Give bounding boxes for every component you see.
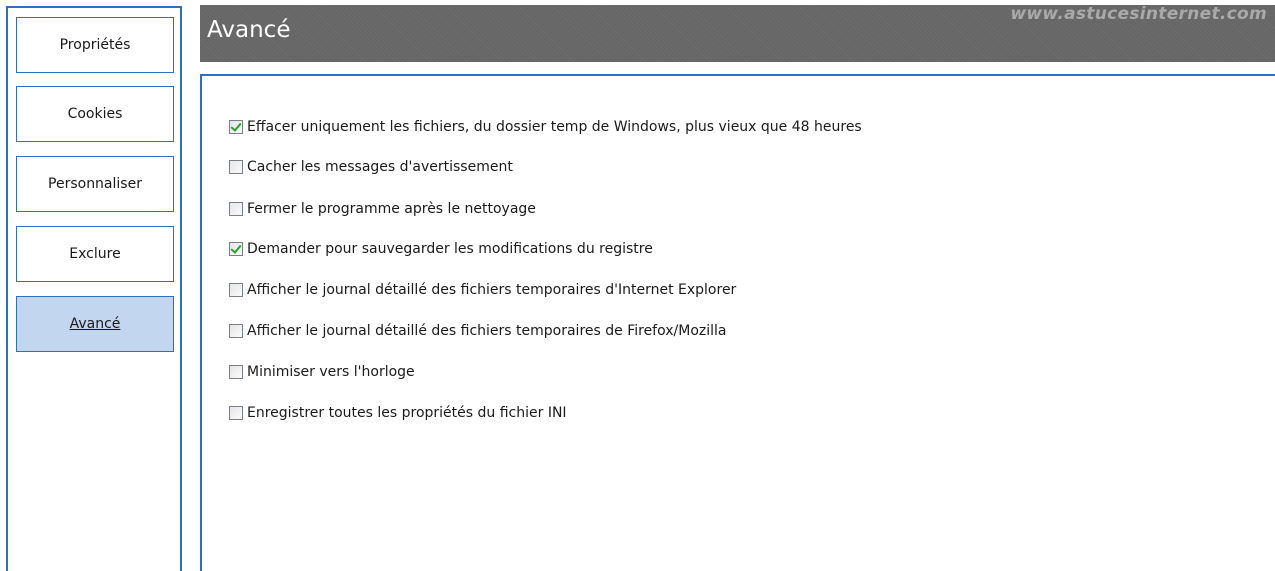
- sidebar-item-avance[interactable]: Avancé: [16, 296, 174, 352]
- option-ie-detailed-log[interactable]: Afficher le journal détaillé des fichier…: [229, 280, 736, 300]
- sidebar-item-cookies[interactable]: Cookies: [16, 86, 174, 142]
- option-label: Demander pour sauvegarder les modificati…: [247, 241, 653, 257]
- sidebar: Propriétés Cookies Personnaliser Exclure…: [6, 6, 182, 571]
- option-checkbox[interactable]: [229, 283, 243, 297]
- option-delete-old-temp-files[interactable]: Effacer uniquement les fichiers, du doss…: [229, 117, 862, 137]
- sidebar-item-label: Cookies: [67, 106, 123, 122]
- sidebar-item-personnaliser[interactable]: Personnaliser: [16, 156, 174, 212]
- option-checkbox[interactable]: [229, 365, 243, 379]
- option-save-ini-properties[interactable]: Enregistrer toutes les propriétés du fic…: [229, 403, 567, 423]
- option-close-after-cleaning[interactable]: Fermer le programme après le nettoyage: [229, 199, 536, 219]
- option-checkbox[interactable]: [229, 120, 243, 134]
- option-label: Enregistrer toutes les propriétés du fic…: [247, 405, 567, 421]
- option-hide-warnings[interactable]: Cacher les messages d'avertissement: [229, 157, 513, 177]
- option-label: Fermer le programme après le nettoyage: [247, 201, 536, 217]
- options-panel: Effacer uniquement les fichiers, du doss…: [200, 74, 1275, 571]
- option-checkbox[interactable]: [229, 160, 243, 174]
- page-title: Avancé: [207, 17, 291, 43]
- option-checkbox[interactable]: [229, 242, 243, 256]
- advanced-settings-window: Propriétés Cookies Personnaliser Exclure…: [0, 0, 1275, 571]
- checkmark-icon: [230, 242, 242, 254]
- option-minimize-to-tray[interactable]: Minimiser vers l'horloge: [229, 362, 415, 382]
- watermark: www.astucesinternet.com: [1010, 4, 1267, 24]
- option-ask-save-registry[interactable]: Demander pour sauvegarder les modificati…: [229, 239, 653, 259]
- sidebar-item-label: Exclure: [69, 246, 121, 262]
- option-label: Afficher le journal détaillé des fichier…: [247, 282, 737, 298]
- sidebar-item-label: Personnaliser: [48, 176, 142, 192]
- option-label: Effacer uniquement les fichiers, du doss…: [247, 119, 862, 135]
- option-checkbox[interactable]: [229, 406, 243, 420]
- option-label: Afficher le journal détaillé des fichier…: [247, 323, 727, 339]
- option-checkbox[interactable]: [229, 324, 243, 338]
- option-label: Cacher les messages d'avertissement: [247, 159, 513, 175]
- page-header: Avancé www.astucesinternet.com: [200, 4, 1275, 62]
- sidebar-item-label: Propriétés: [59, 37, 131, 53]
- sidebar-item-proprietes[interactable]: Propriétés: [16, 17, 174, 73]
- sidebar-item-label: Avancé: [69, 316, 121, 332]
- sidebar-item-exclure[interactable]: Exclure: [16, 226, 174, 282]
- option-firefox-detailed-log[interactable]: Afficher le journal détaillé des fichier…: [229, 321, 727, 341]
- checkmark-icon: [230, 120, 242, 132]
- option-label: Minimiser vers l'horloge: [247, 364, 415, 380]
- option-checkbox[interactable]: [229, 202, 243, 216]
